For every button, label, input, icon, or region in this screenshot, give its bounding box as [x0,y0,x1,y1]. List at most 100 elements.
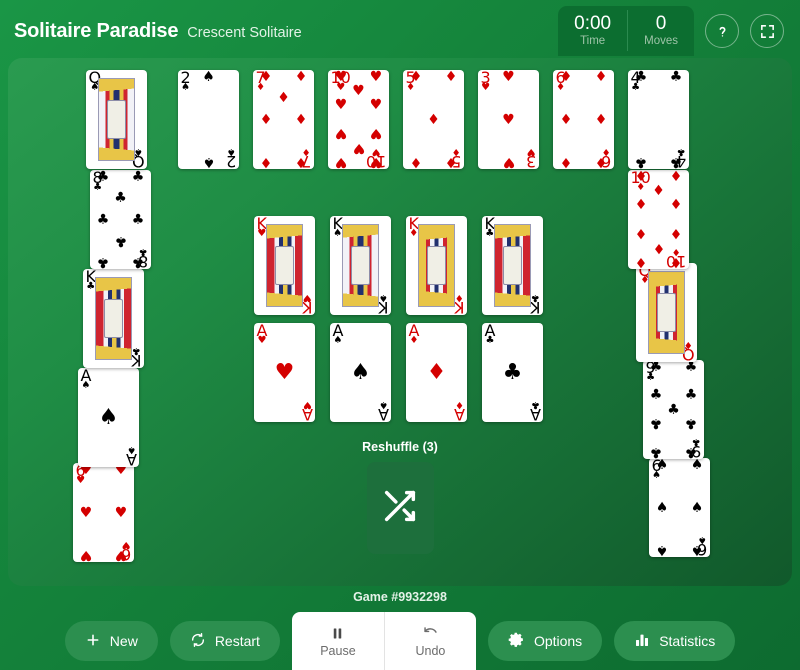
card-pip: ♦ [594,70,608,85]
app-header: Solitaire Paradise Crescent Solitaire 0:… [0,0,800,62]
card-face-art [95,277,132,360]
card-pip: ♦ [652,239,665,256]
reshuffle-button[interactable] [366,462,434,554]
card-corner-br: K ♠ [378,291,389,315]
reshuffle-label: Reshuffle (3) [362,440,438,454]
reshuffle-area: Reshuffle (3) [359,440,441,554]
card-pip: ♦ [559,111,573,128]
shuffle-icon [380,486,420,531]
card-pip: ♥ [79,504,93,521]
undo-arrow-icon [422,625,439,642]
gear-icon [508,631,525,651]
time-label: Time [580,34,606,47]
moves-value: 0 [655,13,667,35]
pause-undo-group: Pause Undo [291,612,476,670]
card-pip: ♦ [409,154,423,169]
card-10-hearts[interactable]: 10 ♥ 10 ♥ ♥ ♥ ♥ ♥ ♥ ♥ ♥ ♥ ♥ ♥ [328,70,389,169]
card-pip: ♣ [114,232,127,249]
card-pip: ♥ [334,97,348,114]
foundation-ace-clubs[interactable]: A ♣ A ♣ ♣ [482,323,543,422]
card-pip: ♣ [649,387,663,404]
foundation-king-spades[interactable]: K ♠ K ♠ [330,216,391,315]
card-pip: ♦ [259,154,273,169]
card-5-diamonds[interactable]: 5 ♦ 5 ♦ ♦ ♦ ♦ ♦ ♦ [403,70,464,169]
fullscreen-icon [759,23,776,40]
card-queen-diamonds[interactable]: Q ♦ Q ♦ [636,263,697,362]
card-pip: ♣ [649,360,663,375]
stats-panel: 0:00 Time 0 Moves [558,6,694,56]
card-9-clubs[interactable]: 9 ♣ 9 ♣ ♣ ♣ ♣ ♣ ♣ ♣ ♣ ♣ ♣ [643,360,704,459]
card-pip: ♥ [369,154,383,169]
pause-button[interactable]: Pause [292,612,384,670]
card-pip-grid: ♥ ♥ ♥ ♥ ♥ ♥ [80,463,128,562]
bottom-toolbar: New Restart Pause Undo Options Statistic… [0,612,800,670]
fullscreen-button[interactable] [750,14,784,48]
card-ace-spades[interactable]: A ♠ A ♠ ♠ [78,368,139,467]
card-pip: ♣ [684,444,698,459]
card-face-art [418,224,455,307]
card-pip: ♦ [259,111,273,128]
card-pip-grid: ♥ ♥ ♥ [491,70,526,169]
card-pip-grid: ♣ ♣ ♣ ♣ ♣ ♣ ♣ ♣ ♣ [650,360,698,459]
card-center-pip: ♠ [98,405,119,430]
card-pip: ♣ [634,70,648,85]
question-mark-icon [713,22,732,41]
new-game-button[interactable]: New [64,621,158,661]
card-pip: ♥ [79,547,93,562]
card-pip: ♠ [690,458,704,473]
foundation-king-clubs[interactable]: K ♣ K ♣ [482,216,543,315]
foundation-ace-hearts[interactable]: A ♥ A ♥ ♥ [254,323,315,422]
foundation-ace-diamonds[interactable]: A ♦ A ♦ ♦ [406,323,467,422]
card-pip: ♠ [655,542,669,557]
card-pip: ♣ [96,170,110,185]
card-pip: ♦ [634,170,648,185]
card-king-clubs[interactable]: K ♣ K ♣ [83,269,144,368]
card-6-spades[interactable]: 6 ♠ 6 ♠ ♠ ♠ ♠ ♠ ♠ ♠ [649,458,710,557]
card-corner-br: 2 ♠ [226,145,237,169]
card-6-diamonds[interactable]: 6 ♦ 6 ♦ ♦ ♦ ♦ ♦ ♦ ♦ [553,70,614,169]
card-pip: ♦ [427,111,440,128]
restart-button[interactable]: Restart [169,621,280,661]
card-corner-br: K ♣ [131,344,142,368]
card-pip: ♥ [352,139,365,156]
card-pip: ♠ [690,542,704,557]
card-pip: ♦ [634,254,648,269]
card-corner-tl: 2 ♠ [180,70,191,94]
time-value: 0:00 [574,13,612,35]
card-pip: ♠ [690,499,704,516]
statistics-button[interactable]: Statistics [614,621,736,661]
card-corner-br: K ♦ [454,291,465,315]
card-pip: ♠ [202,154,215,169]
card-10-diamonds[interactable]: 10 ♦ 10 ♦ ♦ ♦ ♦ ♦ ♦ ♦ ♦ ♦ ♦ ♦ [628,170,689,269]
card-pip-grid: ♦ ♦ ♦ ♦ ♦ ♦ ♦ [260,70,308,169]
card-6-hearts[interactable]: 6 ♥ 6 ♥ ♥ ♥ ♥ ♥ ♥ ♥ [73,463,134,562]
options-button[interactable]: Options [487,621,603,661]
statistics-label: Statistics [659,633,716,649]
card-pip: ♥ [369,125,383,142]
undo-button[interactable]: Undo [383,612,476,670]
plus-icon [85,632,101,651]
card-8-clubs[interactable]: 8 ♣ 8 ♣ ♣ ♣ ♣ ♣ ♣ ♣ ♣ ♣ [90,170,151,269]
card-pip: ♣ [131,170,145,185]
card-pip: ♦ [652,183,665,200]
card-pip-grid: ♦ ♦ ♦ ♦ ♦ ♦ ♦ ♦ ♦ ♦ [635,170,683,269]
card-pip: ♦ [259,70,273,85]
card-queen-spades[interactable]: Q ♠ Q ♠ [86,70,147,169]
card-pip: ♦ [409,70,423,85]
card-2-spades[interactable]: 2 ♠ 2 ♠ ♠ ♠ [178,70,239,169]
foundation-king-hearts[interactable]: K ♥ K ♥ [254,216,315,315]
game-board[interactable]: A ♣ A ♣ ♣ A ♦ A ♦ ♦ A ♠ A ♠ ♠ A ♥ A ♥ ♥ K ♣ K ♣ K ♦ K ♦ K ♠ K ♠ K ♥ K ♥ 6 ♠ 6 ♠… [8,58,792,586]
foundation-ace-spades[interactable]: A ♠ A ♠ ♠ [330,323,391,422]
foundation-king-diamonds[interactable]: K ♦ K ♦ [406,216,467,315]
solitaire-app: Solitaire Paradise Crescent Solitaire 0:… [0,0,800,670]
card-corner-br: 3 ♥ [526,145,537,169]
card-corner-br: K ♣ [530,291,541,315]
card-3-hearts[interactable]: 3 ♥ 3 ♥ ♥ ♥ ♥ [478,70,539,169]
moves-label: Moves [644,34,678,47]
help-button[interactable] [705,14,739,48]
card-4-clubs[interactable]: 4 ♣ 4 ♣ ♣ ♣ ♣ ♣ [628,70,689,169]
card-pip: ♠ [202,70,215,85]
card-pip: ♣ [131,211,145,228]
pause-icon [330,625,345,642]
card-7-diamonds[interactable]: 7 ♦ 7 ♦ ♦ ♦ ♦ ♦ ♦ ♦ ♦ [253,70,314,169]
